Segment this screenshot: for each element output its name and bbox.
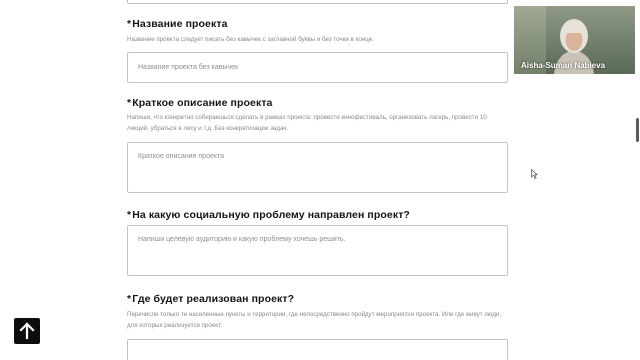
scroll-to-top-button[interactable] [14, 318, 40, 344]
short-description-label-text: Краткое описание проекта [132, 97, 273, 109]
project-name-input[interactable]: Название проекта без кавычек [127, 52, 508, 83]
project-name-label-text: Название проекта [132, 18, 228, 30]
project-name-placeholder: Название проекта без кавычек [138, 64, 239, 71]
page-scrollbar-thumb[interactable] [636, 118, 639, 142]
project-name-label: *Название проекта [127, 18, 228, 30]
arrow-up-icon [19, 322, 35, 340]
application-form-page: *Название проекта Название проекта следу… [0, 0, 640, 360]
location-hint: Перечисли только те населенные пункты и … [127, 311, 502, 329]
location-label: *Где будет реализован проект? [127, 293, 294, 305]
required-mark: * [127, 97, 132, 109]
location-label-text: Где будет реализован проект? [132, 293, 295, 305]
short-description-textarea[interactable]: Краткое описание проекта [127, 142, 508, 193]
participant-name: Aisha-Suman Nabieva [521, 61, 606, 70]
required-mark: * [127, 293, 132, 305]
location-textarea[interactable] [127, 339, 508, 360]
social-problem-textarea[interactable]: Напиши целевую аудиторию и какую проблем… [127, 225, 508, 276]
required-mark: * [127, 209, 132, 221]
project-name-hint: Название проекта следует писать без кавы… [127, 36, 374, 43]
required-mark: * [127, 18, 132, 30]
social-problem-placeholder: Напиши целевую аудиторию и какую проблем… [138, 236, 346, 243]
short-description-placeholder: Краткое описание проекта [138, 153, 225, 160]
video-call-tile[interactable]: Aisha-Suman Nabieva [514, 6, 635, 74]
social-problem-label: *На какую социальную проблему направлен … [127, 209, 410, 221]
mouse-cursor-icon [531, 169, 538, 179]
short-description-label: *Краткое описание проекта [127, 97, 273, 109]
short-description-hint: Напиши, что конкретно собираешься сделат… [127, 114, 487, 132]
social-problem-label-text: На какую социальную проблему направлен п… [132, 209, 410, 221]
previous-field-input[interactable] [127, 0, 508, 4]
